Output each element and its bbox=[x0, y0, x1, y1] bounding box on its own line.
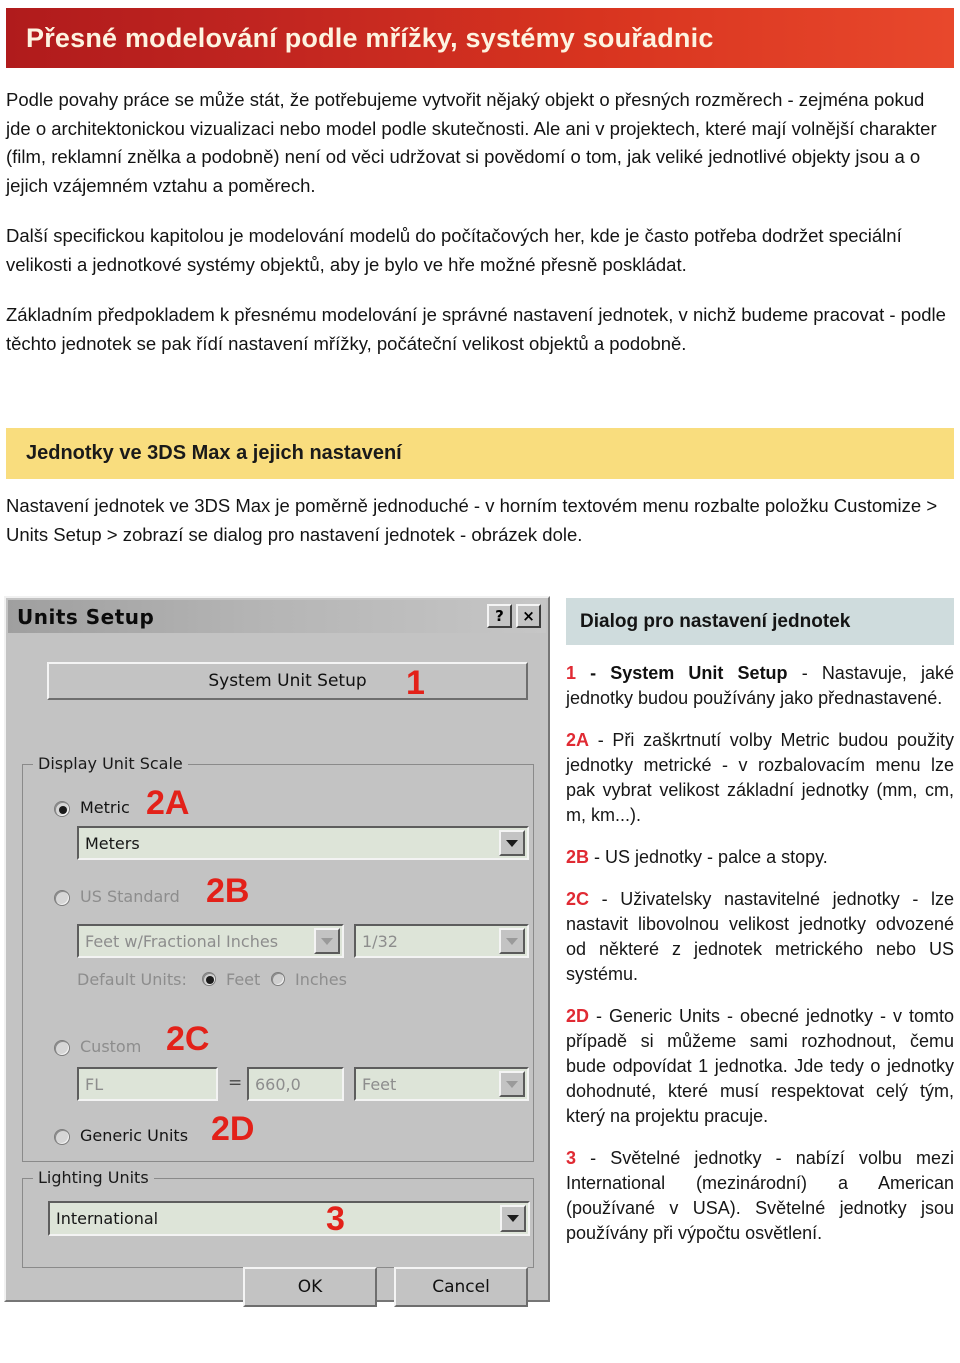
chevron-down-icon[interactable] bbox=[499, 830, 525, 856]
label-generic-units: Generic Units bbox=[80, 1126, 189, 1145]
legend-item-2b: 2B - US jednotky - palce a stopy. bbox=[566, 845, 954, 870]
callout-2d: 2D bbox=[211, 1110, 255, 1148]
section-header-banner: Jednotky ve 3DS Max a jejich nastavení bbox=[6, 428, 954, 479]
chevron-down-icon[interactable] bbox=[314, 928, 340, 954]
label-default-inches: Inches bbox=[295, 970, 347, 989]
legend-item-bold: - System Unit Setup bbox=[576, 663, 788, 683]
metric-unit-value: Meters bbox=[85, 833, 140, 853]
radio-generic-units[interactable] bbox=[54, 1129, 70, 1145]
intro-paragraph-3: Základním předpokladem k přesnému modelo… bbox=[6, 304, 946, 354]
callout-3: 3 bbox=[326, 1200, 345, 1238]
metric-unit-dropdown[interactable]: Meters bbox=[77, 826, 529, 860]
cancel-button[interactable]: Cancel bbox=[394, 1267, 528, 1307]
dialog-titlebar-buttons: ? × bbox=[487, 604, 541, 628]
intro-paragraph-1: Podle povahy práce se může stát, že potř… bbox=[6, 89, 937, 196]
legend-item-number: 2D bbox=[566, 1006, 590, 1026]
lighting-units-value: International bbox=[56, 1209, 159, 1228]
us-fraction-value: 1/32 bbox=[362, 931, 398, 951]
chevron-down-icon[interactable] bbox=[499, 1071, 525, 1097]
label-default-feet: Feet bbox=[226, 970, 261, 989]
legend-item-text: - Světelné jednotky - nabízí volbu mezi … bbox=[566, 1148, 954, 1243]
chevron-down-icon[interactable] bbox=[499, 928, 525, 954]
ok-button[interactable]: OK bbox=[243, 1267, 377, 1307]
us-fraction-dropdown[interactable]: 1/32 bbox=[354, 924, 529, 958]
section-body: Nastavení jednotek ve 3DS Max je poměrně… bbox=[6, 492, 954, 549]
legend-item-3: 3 - Světelné jednotky - nabízí volbu mez… bbox=[566, 1146, 954, 1246]
legend-item-2c: 2C - Uživatelsky nastavitelné jednotky -… bbox=[566, 887, 954, 987]
help-icon[interactable]: ? bbox=[487, 604, 512, 628]
callout-2c: 2C bbox=[166, 1020, 210, 1058]
label-default-units: Default Units: bbox=[77, 970, 187, 989]
us-standard-unit-dropdown[interactable]: Feet w/Fractional Inches bbox=[77, 924, 344, 958]
legend-item-text: - US jednotky - palce a stopy. bbox=[589, 847, 828, 867]
legend-item-1: 1 - System Unit Setup - Nastavuje, jaké … bbox=[566, 661, 954, 711]
close-icon[interactable]: × bbox=[516, 604, 541, 628]
radio-us-standard[interactable] bbox=[54, 890, 70, 906]
callout-2b: 2B bbox=[206, 872, 250, 910]
legend-item-2a: 2A - Při zaškrtnutí volby Metric budou p… bbox=[566, 728, 954, 828]
legend-item-number: 1 bbox=[566, 663, 577, 683]
intro-section: Podle povahy práce se může stát, že potř… bbox=[6, 86, 954, 358]
system-unit-setup-button[interactable]: System Unit Setup bbox=[47, 662, 528, 700]
radio-default-inches[interactable] bbox=[271, 972, 285, 986]
radio-metric[interactable] bbox=[54, 801, 70, 817]
legend-column: Dialog pro nastavení jednotek 1 - System… bbox=[566, 598, 954, 1246]
display-unit-scale-label: Display Unit Scale bbox=[33, 754, 188, 773]
label-us-standard: US Standard bbox=[80, 887, 180, 906]
custom-unit-value: Feet bbox=[362, 1074, 397, 1094]
custom-equals-sign: = bbox=[228, 1073, 243, 1093]
section-title: Jednotky ve 3DS Max a jejich nastavení bbox=[26, 442, 402, 464]
custom-name-input[interactable]: FL bbox=[77, 1067, 218, 1101]
legend-item-number: 3 bbox=[566, 1148, 577, 1168]
label-custom: Custom bbox=[80, 1037, 142, 1056]
intro-paragraph-2: Další specifickou kapitolou je modelován… bbox=[6, 225, 902, 275]
dialog-titlebar[interactable]: Units Setup ? × bbox=[8, 600, 546, 633]
legend-item-text: - Generic Units - obecné jednotky - v to… bbox=[566, 1006, 954, 1126]
legend-item-text: - Uživatelsky nastavitelné jednotky - lz… bbox=[566, 889, 954, 984]
lighting-units-dropdown[interactable]: International bbox=[48, 1201, 530, 1236]
display-unit-scale-group: Display Unit Scale bbox=[22, 754, 534, 1162]
page-header-banner: Přesné modelování podle mřížky, systémy … bbox=[6, 8, 954, 68]
callout-2a: 2A bbox=[146, 784, 190, 822]
units-setup-dialog: Units Setup ? × System Unit Setup 1 Disp… bbox=[4, 596, 550, 1307]
label-metric: Metric bbox=[80, 798, 130, 817]
legend-item-2d: 2D - Generic Units - obecné jednotky - v… bbox=[566, 1004, 954, 1129]
legend-item-number: 2B bbox=[566, 847, 590, 867]
callout-1: 1 bbox=[406, 664, 425, 702]
radio-custom[interactable] bbox=[54, 1040, 70, 1056]
chevron-down-icon[interactable] bbox=[500, 1205, 526, 1232]
legend-header: Dialog pro nastavení jednotek bbox=[566, 598, 954, 645]
page-title: Přesné modelování podle mřížky, systémy … bbox=[26, 22, 714, 53]
custom-unit-dropdown[interactable]: Feet bbox=[354, 1067, 529, 1101]
radio-default-feet[interactable] bbox=[202, 972, 216, 986]
legend-item-text: - Při zaškrtnutí volby Metric budou použ… bbox=[566, 730, 954, 825]
us-standard-unit-value: Feet w/Fractional Inches bbox=[85, 931, 279, 951]
dialog-title: Units Setup bbox=[17, 604, 155, 629]
legend-item-number: 2A bbox=[566, 730, 590, 750]
legend-item-number: 2C bbox=[566, 889, 590, 909]
section-body-paragraph: Nastavení jednotek ve 3DS Max je poměrně… bbox=[6, 495, 938, 545]
lighting-units-label: Lighting Units bbox=[33, 1168, 154, 1187]
custom-amount-input[interactable]: 660,0 bbox=[247, 1067, 344, 1101]
